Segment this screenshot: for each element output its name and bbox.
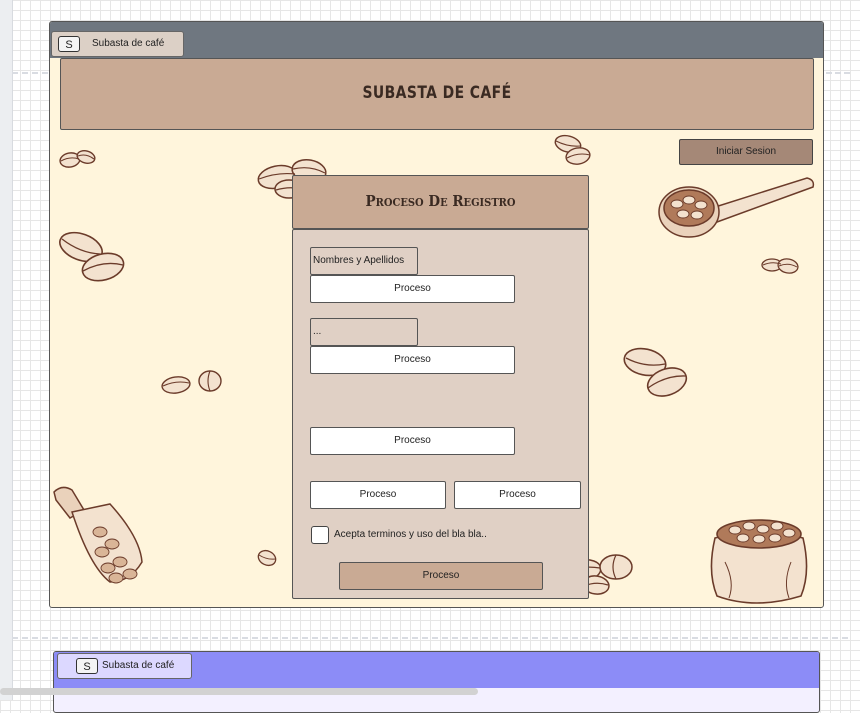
- right-input[interactable]: Proceso: [454, 481, 581, 509]
- coffee-bean-icon: [255, 547, 279, 569]
- name-input[interactable]: Proceso: [310, 275, 515, 303]
- second-page-tab[interactable]: S Subasta de café: [57, 653, 192, 679]
- main-frame: S Subasta de café SUBASTA DE CAFÉ Inicia…: [49, 21, 824, 608]
- submit-button[interactable]: Proceso: [339, 562, 543, 590]
- coffee-bean-icon: [552, 132, 594, 168]
- registration-header: Proceso De Registro: [292, 175, 589, 229]
- coffee-bean-icon: [160, 367, 225, 397]
- third-input[interactable]: Proceso: [310, 427, 515, 455]
- second-tab-label: Subasta de café: [102, 660, 175, 671]
- tab-label: Subasta de café: [92, 38, 165, 49]
- registration-form: Nombres y Apellidos Proceso ... Proceso …: [292, 229, 589, 599]
- coffee-scoop-icon: [50, 482, 150, 587]
- header-banner: SUBASTA DE CAFÉ: [60, 58, 814, 130]
- coffee-bean-icon: [55, 227, 127, 289]
- login-button[interactable]: Iniciar Sesion: [679, 139, 813, 165]
- page-tab[interactable]: S Subasta de café: [51, 31, 184, 57]
- canvas-left-rail: [0, 0, 13, 700]
- terms-label: Acepta terminos y uso del bla bla..: [334, 529, 487, 540]
- frame-divider: [12, 637, 848, 639]
- frame-divider: [826, 72, 850, 74]
- coffee-bean-icon: [760, 253, 800, 277]
- tab-icon: S: [58, 36, 80, 52]
- second-field-label: ...: [310, 318, 418, 346]
- second-frame: S Subasta de café: [53, 651, 820, 713]
- name-field-label: Nombres y Apellidos: [310, 247, 418, 275]
- coffee-scoop-icon: [657, 172, 817, 242]
- second-tab-icon: S: [76, 658, 98, 674]
- horizontal-scrollbar[interactable]: [0, 688, 478, 695]
- coffee-bean-icon: [621, 342, 691, 404]
- terms-checkbox[interactable]: [311, 526, 329, 544]
- left-input[interactable]: Proceso: [310, 481, 446, 509]
- frame-divider: [12, 72, 48, 74]
- coffee-sack-icon: [705, 512, 813, 607]
- second-input[interactable]: Proceso: [310, 346, 515, 374]
- registration-title: Proceso De Registro: [365, 192, 516, 210]
- coffee-bean-icon: [58, 147, 98, 171]
- page-title: SUBASTA DE CAFÉ: [362, 83, 512, 103]
